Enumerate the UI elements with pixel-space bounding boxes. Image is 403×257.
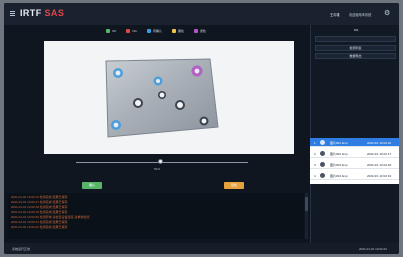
app-logo: IRTF SAS xyxy=(20,8,64,18)
log-console: 2021-01-01 10:02:16 检测完成 结果已保存 2021-01-0… xyxy=(7,193,304,239)
right-panel: 6% 检测列表 数据导出 xyxy=(310,25,399,243)
legend-item-ng: NG xyxy=(126,29,137,33)
queue-status-icon xyxy=(320,140,325,145)
app-window: IRTF SAS 王青雄 欢迎使用本系统 ⚙ OK NG 待确认 漏检 误检 5… xyxy=(4,3,399,254)
metal-plate-image xyxy=(105,58,219,138)
log-line: 2021-01-01 10:02:16 检测完成 结果已保存 xyxy=(11,195,68,199)
log-line: 2021-01-01 10:02:20 检测异常 请检查设备连接 请重新检测 xyxy=(11,215,90,219)
progress-count: 6% xyxy=(354,28,359,32)
queue-row-index: 3 xyxy=(314,163,316,167)
queue-row[interactable]: 2 图片002.bmp 2021/1/1 10:02:17 xyxy=(310,149,399,158)
legend-swatch-ng xyxy=(126,29,131,33)
queue-row-name: 图片001.bmp xyxy=(330,141,348,145)
menu-icon[interactable] xyxy=(10,11,15,16)
legend-label-ok: OK xyxy=(112,29,117,33)
queue-row[interactable]: 4 图片004.bmp 2021/1/1 10:02:19 xyxy=(310,171,399,180)
legend-swatch-pending xyxy=(146,29,151,33)
queue-row-time: 2021/1/1 10:02:18 xyxy=(367,163,392,167)
threshold-value: 50% xyxy=(154,167,161,171)
defect-legend: OK NG 待确认 漏检 误检 xyxy=(106,29,206,33)
queue-row-time: 2021/1/1 10:02:19 xyxy=(367,174,392,178)
legend-label-pending: 待确认 xyxy=(152,29,162,33)
legend-item-pending: 待确认 xyxy=(146,29,162,33)
queue-row-index: 4 xyxy=(314,174,316,178)
queue-status-icon xyxy=(320,151,325,156)
panel-row-empty[interactable] xyxy=(315,36,396,42)
top-bar: IRTF SAS 王青雄 欢迎使用本系统 ⚙ xyxy=(4,3,399,25)
logo-text-part2: SAS xyxy=(44,8,65,18)
queue-row-name: 图片002.bmp xyxy=(330,152,348,156)
queue-row-time: 2021/1/1 10:02:17 xyxy=(367,152,392,156)
legend-swatch-ok xyxy=(106,29,110,33)
legend-item-ok: OK xyxy=(106,29,116,33)
queue-row-time: 2021/1/1 10:02:16 xyxy=(367,141,392,145)
queue-status-icon xyxy=(320,173,325,178)
settings-gear-icon[interactable]: ⚙ xyxy=(384,10,391,17)
log-line: 2021-01-01 10:02:17 检测完成 结果已保存 xyxy=(11,200,68,204)
legend-label-ng: NG xyxy=(132,29,137,33)
log-scrollbar[interactable] xyxy=(305,193,308,239)
legend-label-false: 误检 xyxy=(199,29,206,33)
legend-item-false: 误检 xyxy=(193,29,206,33)
image-queue-list: 1 图片001.bmp 2021/1/1 10:02:16 2 图片002.bm… xyxy=(310,138,399,184)
status-bar: 系统运行正常 2021-01-01 10:02:22 xyxy=(4,243,399,254)
legend-label-missed: 漏检 xyxy=(177,29,184,33)
status-text: 系统运行正常 xyxy=(12,247,31,251)
recheck-button[interactable]: 复检 xyxy=(224,182,244,189)
queue-row-index: 2 xyxy=(314,152,316,156)
queue-row-name: 图片004.bmp xyxy=(330,174,348,178)
legend-item-missed: 漏检 xyxy=(171,29,184,33)
queue-row-name: 图片003.bmp xyxy=(330,163,348,167)
log-scrollbar-thumb[interactable] xyxy=(305,197,308,211)
queue-row[interactable]: 1 图片001.bmp 2021/1/1 10:02:16 xyxy=(310,138,399,147)
user-name: 王青雄 xyxy=(330,13,340,17)
panel-section-title[interactable]: 检测列表 xyxy=(315,45,396,51)
queue-status-icon xyxy=(320,162,325,167)
queue-row-index: 1 xyxy=(314,141,316,145)
log-line: 2021-01-01 10:02:22 检测完成 结果已保存 xyxy=(11,225,68,229)
queue-row[interactable]: 3 图片003.bmp 2021/1/1 10:02:18 xyxy=(310,160,399,169)
status-timestamp: 2021-01-01 10:02:22 xyxy=(359,247,387,251)
log-line: 2021-01-01 10:02:21 检测完成 结果已保存 xyxy=(11,220,68,224)
legend-swatch-false xyxy=(193,29,198,33)
legend-swatch-missed xyxy=(171,29,176,33)
panel-section-sub[interactable]: 数据导出 xyxy=(315,53,396,59)
user-role: 欢迎使用本系统 xyxy=(349,13,372,17)
logo-text-part1: IRTF xyxy=(20,8,42,18)
log-line: 2021-01-01 10:02:19 检测完成 结果已保存 xyxy=(11,210,68,214)
confirm-button[interactable]: 确认 xyxy=(82,182,102,189)
threshold-slider-knob[interactable] xyxy=(158,159,163,164)
log-line: 2021-01-01 10:02:18 检测完成 结果已保存 xyxy=(11,205,68,209)
inspection-image-canvas[interactable] xyxy=(44,41,294,154)
